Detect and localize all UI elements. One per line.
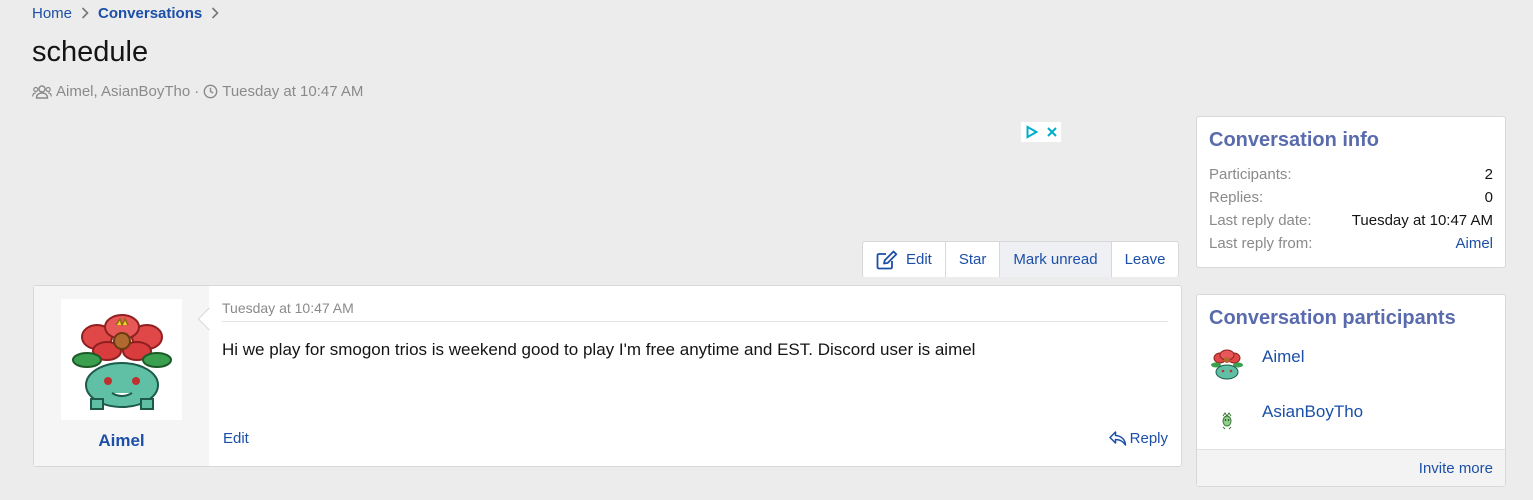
edit-button[interactable]: Edit (863, 242, 946, 277)
participant-name[interactable]: Aimel (1262, 347, 1305, 367)
ad-play-icon[interactable] (1025, 125, 1039, 139)
message-content: Tuesday at 10:47 AM Hi we play for smogo… (209, 286, 1181, 466)
edit-button-label: Edit (906, 251, 932, 268)
star-button[interactable]: Star (946, 242, 1001, 277)
avatar[interactable] (1209, 402, 1245, 438)
invite-more-button[interactable]: Invite more (1419, 460, 1493, 477)
chevron-right-icon (211, 6, 219, 22)
message-date[interactable]: Tuesday at 10:47 AM (222, 300, 1168, 322)
conversation-participants-block: Conversation participants Aimel AsianBoy… (1196, 294, 1506, 487)
info-value[interactable]: Tuesday at 10:47 AM (1352, 209, 1493, 232)
participants-link[interactable]: Aimel, AsianBoyTho (56, 83, 190, 100)
info-value-link[interactable]: Aimel (1455, 232, 1493, 255)
reply-label: Reply (1129, 430, 1168, 447)
message-body: Hi we play for smogon trios is weekend g… (222, 340, 976, 359)
avatar[interactable] (61, 299, 182, 420)
info-key: Last reply date: (1209, 212, 1312, 229)
conversation-info-block: Conversation info Participants: 2 Replie… (1196, 116, 1506, 268)
reply-button[interactable]: Reply (1108, 430, 1168, 447)
info-row-last-reply-from: Last reply from: Aimel (1209, 232, 1493, 255)
info-value: 0 (1484, 189, 1493, 206)
breadcrumb-conversations[interactable]: Conversations (98, 5, 202, 22)
leave-button[interactable]: Leave (1112, 242, 1179, 277)
conversation-meta: Aimel, AsianBoyTho · Tuesday at 10:47 AM (32, 83, 363, 100)
info-row-participants: Participants: 2 (1209, 163, 1493, 186)
page-title: schedule (32, 36, 149, 68)
message: Aimel Tuesday at 10:47 AM Hi we play for… (33, 285, 1182, 467)
conversation-timestamp[interactable]: Tuesday at 10:47 AM (222, 83, 363, 100)
users-icon (32, 84, 52, 100)
participant-name[interactable]: AsianBoyTho (1262, 402, 1363, 422)
conversation-info-title: Conversation info (1209, 129, 1380, 151)
info-key: Last reply from: (1209, 235, 1313, 252)
message-user-cell: Aimel (34, 286, 209, 466)
conversation-info-list: Participants: 2 Replies: 0 Last reply da… (1197, 152, 1505, 255)
info-row-last-reply-date: Last reply date: Tuesday at 10:47 AM (1209, 209, 1493, 232)
ad-choices-badge[interactable] (1021, 122, 1061, 142)
breadcrumb: Home Conversations (32, 5, 228, 22)
meta-separator: · (194, 83, 200, 100)
info-key: Replies: (1209, 189, 1264, 206)
ad-close-icon[interactable] (1046, 126, 1058, 138)
breadcrumb-home[interactable]: Home (32, 5, 72, 22)
info-key: Participants: (1209, 166, 1292, 183)
info-value: 2 (1484, 166, 1493, 183)
info-row-replies: Replies: 0 (1209, 186, 1493, 209)
chevron-right-icon (81, 6, 89, 22)
conversation-action-bar: Edit Star Mark unread Leave (862, 241, 1180, 277)
edit-icon (876, 250, 906, 270)
message-edit-link[interactable]: Edit (223, 430, 249, 447)
participant-item: AsianBoyTho (1209, 402, 1363, 438)
participant-item: Aimel (1209, 347, 1305, 383)
participants-footer: Invite more (1197, 449, 1505, 486)
mark-unread-button[interactable]: Mark unread (1000, 242, 1112, 277)
conversation-participants-title: Conversation participants (1209, 307, 1456, 329)
avatar[interactable] (1209, 347, 1245, 383)
reply-icon (1108, 431, 1130, 446)
message-author[interactable]: Aimel (34, 431, 209, 451)
clock-icon (203, 84, 218, 99)
